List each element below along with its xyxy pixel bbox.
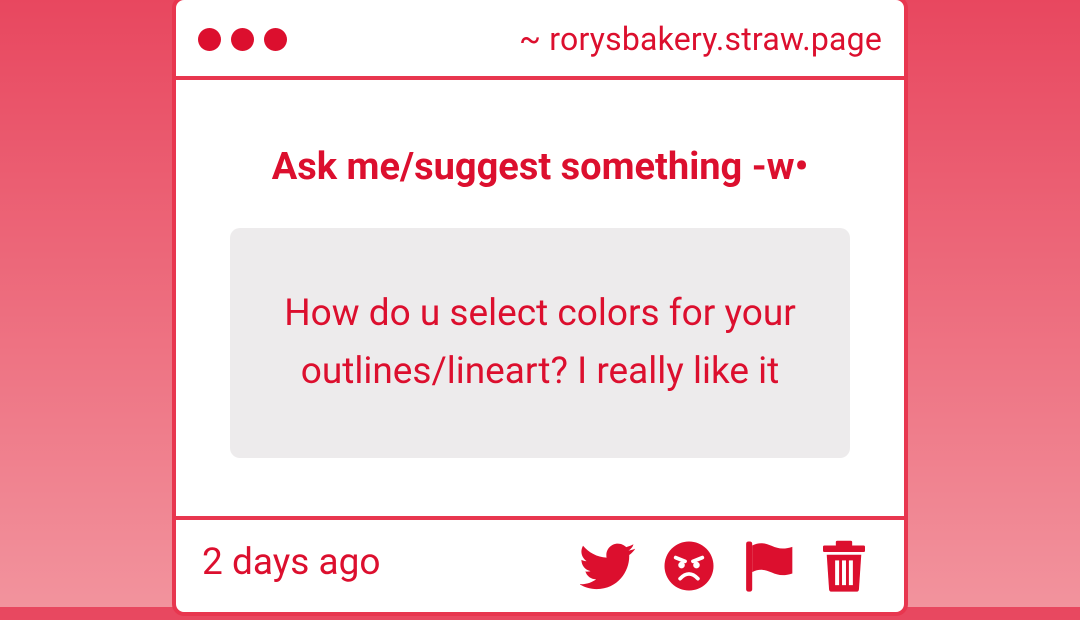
question-box: How do u select colors for your outlines… [230,228,850,458]
window-dot-close[interactable] [198,28,221,51]
delete-button[interactable] [816,538,872,594]
post-timestamp: 2 days ago [202,541,381,584]
twitter-icon [580,543,636,590]
trash-icon [823,540,865,592]
window-titlebar: ~ rorysbakery.straw.page [176,0,904,80]
window-dot-minimize[interactable] [231,28,254,51]
post-card: ~ rorysbakery.straw.page Ask me/suggest … [172,0,908,616]
action-bar [576,538,876,594]
flag-icon [746,541,793,592]
window-dot-maximize[interactable] [264,28,287,51]
question-text: How do u select colors for your outlines… [284,292,796,393]
twitter-share-button[interactable] [580,538,636,594]
report-button[interactable] [741,538,797,594]
angry-face-icon [664,541,714,591]
post-footer: 2 days ago [176,516,904,620]
post-content: Ask me/suggest something -w• How do u se… [176,80,904,518]
window-controls [198,28,287,51]
site-url[interactable]: ~ rorysbakery.straw.page [519,19,882,59]
angry-react-button[interactable] [661,538,717,594]
prompt-title: Ask me/suggest something -w• [271,145,809,189]
